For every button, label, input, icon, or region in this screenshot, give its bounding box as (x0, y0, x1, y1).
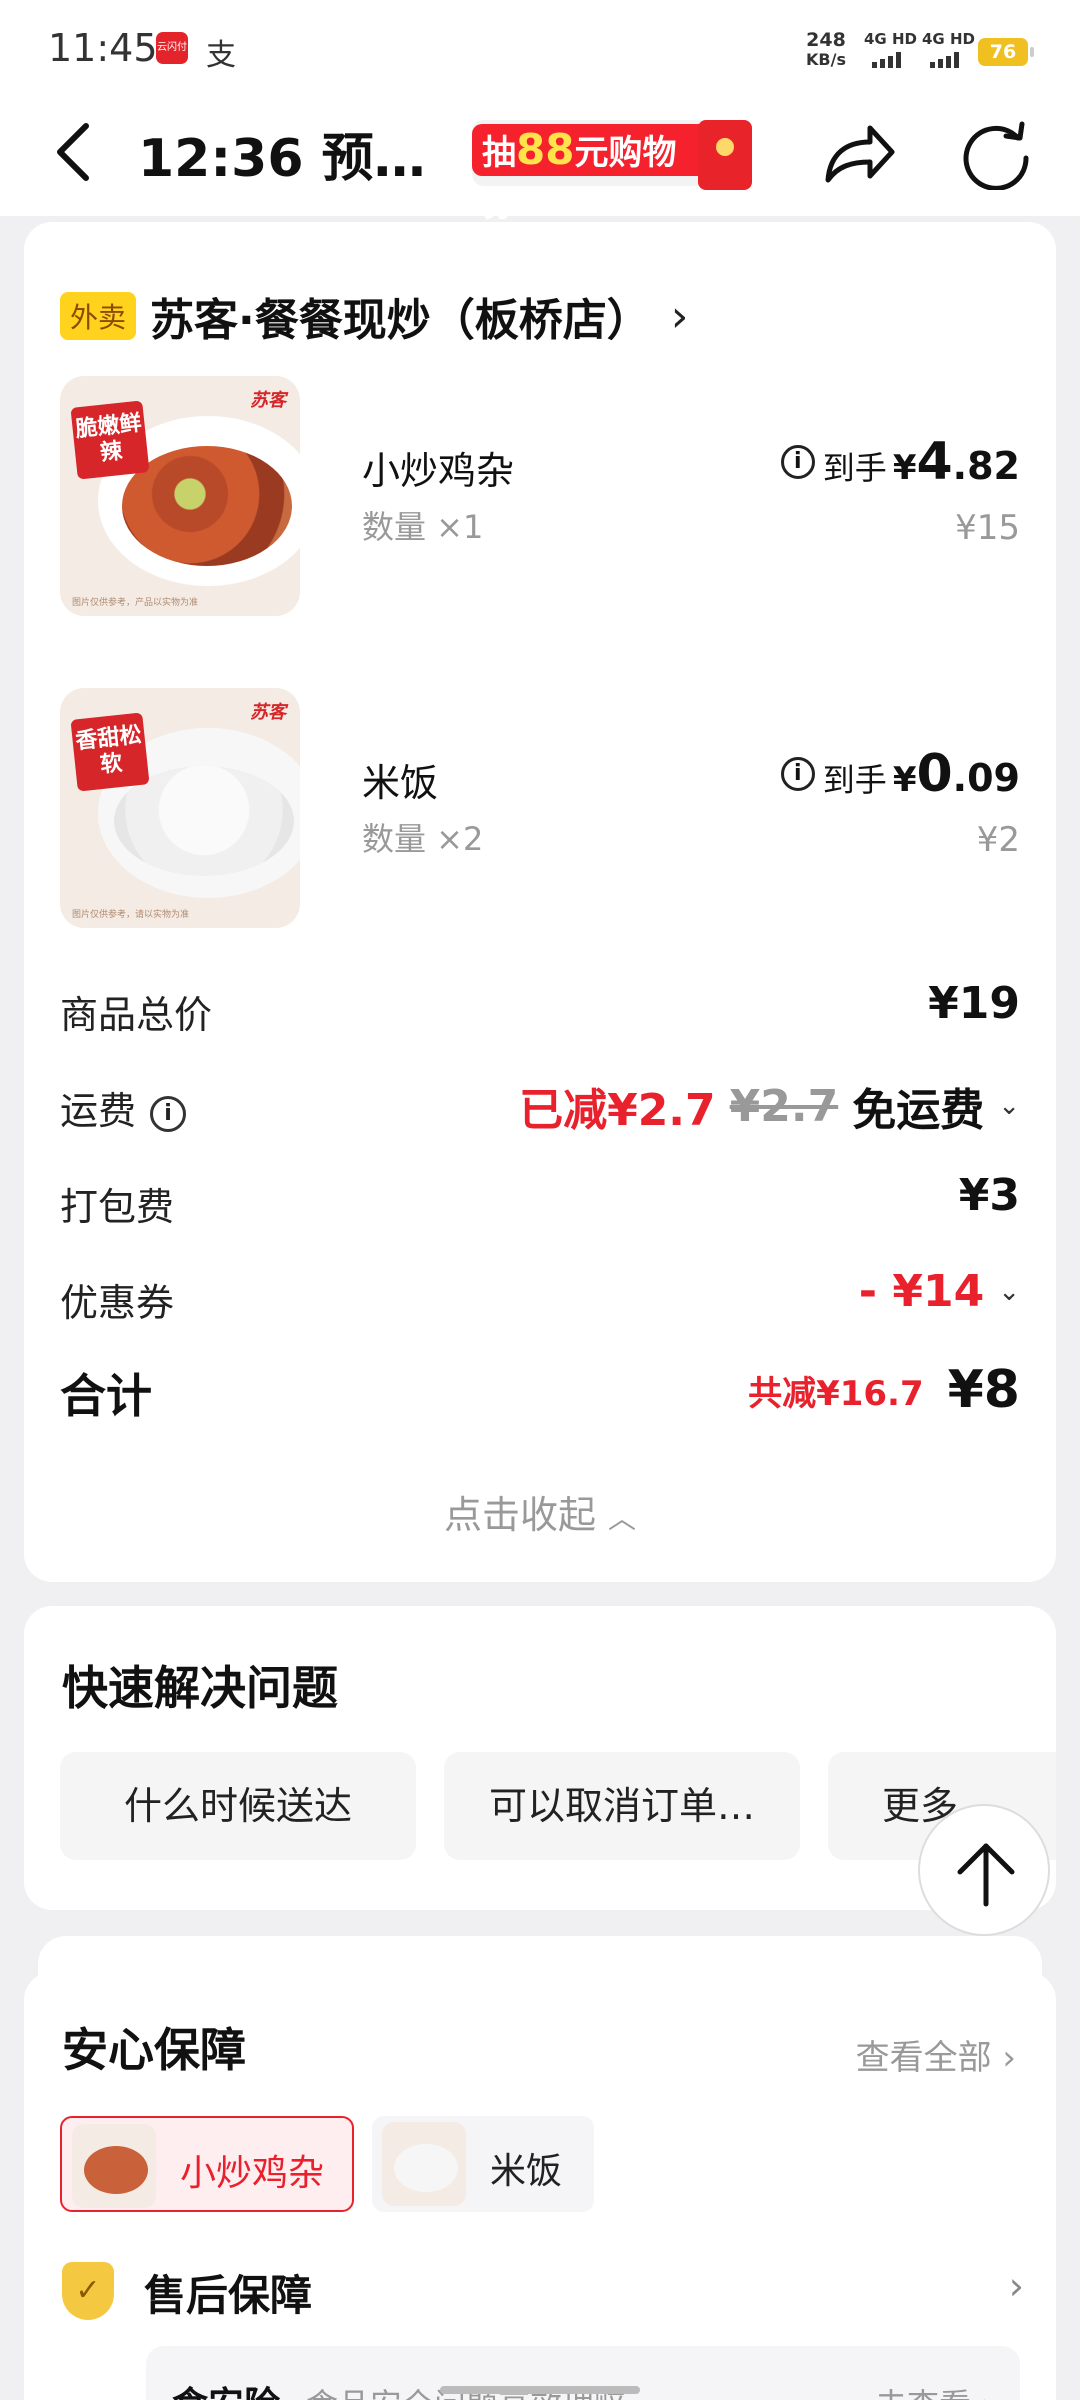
order-item[interactable]: 香甜松软 苏客 图片仅供参考，请以实物为准 米饭 数量 ×2 i 到手 ¥0.0… (60, 688, 1020, 928)
scroll-to-top-button[interactable] (918, 1804, 1050, 1936)
see-all-link[interactable]: 查看全部 › (856, 2030, 1016, 2079)
delivery-original-fee: ¥2.7 (729, 1080, 839, 1132)
packing-fee-row: 打包费 ¥3 (60, 1170, 1020, 1229)
status-bar: 11:45 云闪付 支 248 KB/s 4G HD 4G HD 76 (0, 0, 1080, 100)
card-stack-edge (38, 1936, 1042, 1976)
coupon-text: 抽88元购物券 (472, 124, 710, 225)
takeaway-tag: 外卖 (60, 292, 137, 340)
unionpay-app-icon: 云闪付 (156, 32, 188, 64)
section-title: 快速解决问题 (62, 1661, 338, 1715)
page-title: 12:36 预… (138, 129, 426, 189)
guarantee-item-chip[interactable]: 米饭 (372, 2116, 594, 2212)
image-disclaimer: 图片仅供参考，产品以实物为准 (72, 598, 199, 608)
item-final-price: i 到手 ¥4.82 (780, 432, 1020, 492)
battery-icon: 76 (978, 38, 1034, 66)
item-quantity: 数量 ×2 (362, 820, 484, 858)
info-icon[interactable]: i (780, 445, 815, 479)
lottery-coupon-banner[interactable]: 抽88元购物券 (472, 120, 752, 225)
item-final-price: i 到手 ¥0.09 (780, 744, 1020, 804)
red-envelope-icon (698, 120, 752, 190)
chevron-right-icon: › (1008, 2264, 1024, 2308)
item-thumbnail (382, 2122, 466, 2206)
top-nav-bar: 12:36 预… 抽88元购物券 (0, 100, 1080, 225)
shop-header[interactable]: 外卖 苏客·餐餐现炒（板桥店） › (60, 284, 688, 348)
coupon-row[interactable]: 优惠券 - ¥14 ⌄ (60, 1266, 1020, 1326)
guarantee-item-chip[interactable]: 小炒鸡杂 (60, 2116, 354, 2212)
section-title: 安心保障 (62, 2023, 246, 2077)
delivery-fee-value: 免运费 (852, 1085, 985, 1136)
image-disclaimer: 图片仅供参考，请以实物为准 (72, 910, 190, 920)
item-quantity: 数量 ×1 (362, 508, 484, 546)
quick-solve-card: 快速解决问题 什么时候送达 可以取消订单… 更多 (24, 1606, 1056, 1910)
faq-delivery-time-button[interactable]: 什么时候送达 (60, 1752, 416, 1860)
alipay-app-icon: 支 (206, 38, 236, 73)
chevron-down-icon: ⌄ (998, 1091, 1020, 1121)
item-name: 小炒鸡杂 (362, 449, 515, 493)
total-savings: 共减¥16.7 (748, 1373, 924, 1414)
order-total-row: 合计 共减¥16.7 ¥8 (60, 1360, 1020, 1423)
item-name: 米饭 (362, 761, 439, 805)
item-original-price: ¥2 (976, 820, 1020, 860)
shop-name: 苏客·餐餐现炒（板桥店） (150, 295, 651, 346)
home-indicator (440, 2386, 640, 2394)
after-sale-row[interactable]: ✓ 售后保障 › (62, 2258, 1032, 2338)
collapse-button[interactable]: 点击收起 ︿ (24, 1484, 1056, 1539)
item-thumbnail (72, 2124, 156, 2208)
guarantee-card: 安心保障 查看全部 › 小炒鸡杂 米饭 ✓ 售后保障 › 食安险 食品安全问题高… (24, 1972, 1056, 2400)
delivery-discount: 已减¥2.7 (519, 1085, 716, 1136)
signal-icon (872, 52, 901, 68)
item-image: 香甜松软 苏客 图片仅供参考，请以实物为准 (60, 688, 300, 928)
chevron-right-icon: › (1002, 2038, 1016, 2078)
item-badge: 脆嫩鲜辣 (70, 400, 150, 480)
order-item[interactable]: 脆嫩鲜辣 苏客 图片仅供参考，产品以实物为准 小炒鸡杂 数量 ×1 i 到手 ¥… (60, 376, 1020, 616)
arrow-up-icon (957, 1843, 1015, 1907)
item-original-price: ¥15 (955, 508, 1020, 548)
chevron-down-icon: ⌄ (998, 1276, 1020, 1307)
info-icon[interactable]: i (150, 1095, 187, 1132)
coupon-value: - ¥14 (858, 1266, 985, 1317)
faq-cancel-order-button[interactable]: 可以取消订单… (444, 1752, 800, 1860)
brand-logo: 苏客 (250, 390, 286, 411)
chevron-right-icon: › (670, 290, 689, 342)
network-speed: 248 KB/s (806, 29, 846, 69)
view-link[interactable]: 去查看 › (875, 2380, 994, 2400)
item-badge: 香甜松软 (70, 712, 150, 792)
signal-icon (930, 52, 959, 68)
sim2-label: 4G HD (922, 30, 975, 48)
share-icon[interactable] (818, 118, 898, 190)
total-amount: ¥8 (947, 1360, 1020, 1420)
item-image: 脆嫩鲜辣 苏客 图片仅供参考，产品以实物为准 (60, 376, 300, 616)
back-icon[interactable] (46, 120, 106, 184)
delivery-fee-row[interactable]: 运费 i 已减¥2.7 ¥2.7 免运费 ⌄ (60, 1074, 1020, 1137)
order-detail-card: 外卖 苏客·餐餐现炒（板桥店） › 脆嫩鲜辣 苏客 图片仅供参考，产品以实物为准… (24, 222, 1056, 1582)
shield-check-icon: ✓ (62, 2262, 114, 2320)
status-time: 11:45 (48, 26, 158, 70)
chevron-up-icon: ︿ (608, 1502, 637, 1535)
refresh-icon[interactable] (956, 118, 1036, 190)
info-icon[interactable]: i (780, 757, 815, 791)
goods-total-row: 商品总价 ¥19 (60, 978, 1020, 1037)
brand-logo: 苏客 (250, 702, 286, 723)
sim1-label: 4G HD (864, 30, 917, 48)
